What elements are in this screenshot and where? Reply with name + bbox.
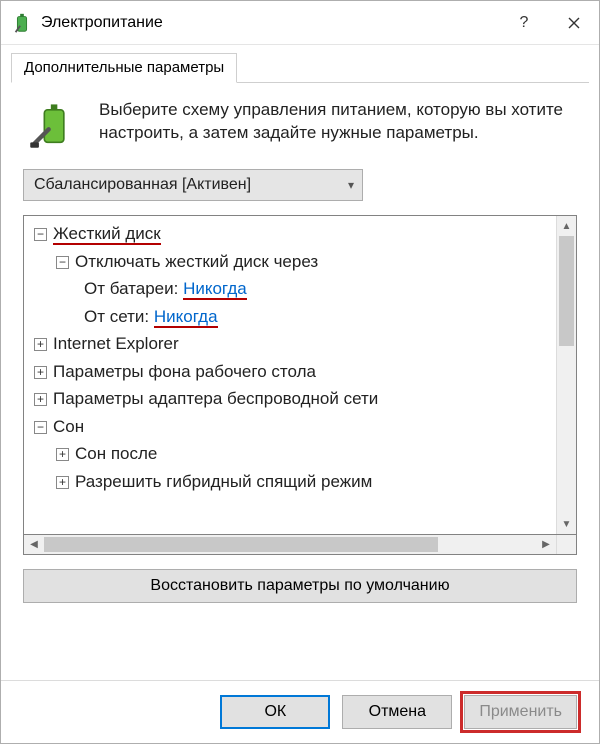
tree-node-ie[interactable]: +Internet Explorer [30, 330, 556, 358]
tree-viewport: −Жесткий диск −Отключать жесткий диск че… [24, 216, 556, 534]
hscroll-thumb[interactable] [44, 537, 438, 552]
tree-node-sleep-after[interactable]: +Сон после [30, 440, 556, 468]
intro-block: Выберите схему управления питанием, кото… [23, 99, 577, 151]
titlebar: Электропитание ? [1, 1, 599, 45]
settings-tree: −Жесткий диск −Отключать жесткий диск че… [23, 215, 577, 535]
scroll-thumb[interactable] [559, 236, 574, 346]
intro-text: Выберите схему управления питанием, кото… [99, 99, 577, 151]
scroll-right-icon[interactable]: ▶ [536, 535, 556, 554]
expand-icon[interactable]: + [34, 338, 47, 351]
apply-button[interactable]: Применить [464, 695, 577, 729]
tree-node-wireless[interactable]: +Параметры адаптера беспроводной сети [30, 385, 556, 413]
tree-node-hybrid-sleep[interactable]: +Разрешить гибридный спящий режим [30, 468, 556, 496]
expand-icon[interactable]: + [56, 476, 69, 489]
collapse-icon[interactable]: − [34, 228, 47, 241]
expand-icon[interactable]: + [34, 393, 47, 406]
scroll-corner [556, 535, 576, 554]
cancel-button[interactable]: Отмена [342, 695, 452, 729]
power-icon [11, 12, 33, 34]
tree-node-sleep[interactable]: −Сон [30, 413, 556, 441]
horizontal-scrollbar[interactable]: ◀ ▶ [23, 535, 577, 555]
close-button[interactable] [549, 1, 599, 45]
scroll-left-icon[interactable]: ◀ [24, 535, 44, 554]
tree-node-hard-disk[interactable]: −Жесткий диск [30, 220, 556, 248]
scroll-track[interactable] [557, 236, 576, 514]
dialog-button-row: ОК Отмена Применить [1, 680, 599, 743]
collapse-icon[interactable]: − [56, 256, 69, 269]
window-title: Электропитание [41, 14, 499, 32]
tab-advanced-settings[interactable]: Дополнительные параметры [11, 53, 237, 83]
restore-defaults-button[interactable]: Восстановить параметры по умолчанию [23, 569, 577, 603]
ok-button[interactable]: ОК [220, 695, 330, 729]
tree-leaf-plugged-in[interactable]: От сети: Никогда [30, 303, 556, 331]
vertical-scrollbar[interactable]: ▲ ▼ [556, 216, 576, 534]
on-battery-value[interactable]: Никогда [183, 279, 247, 300]
tree-node-turn-off-hdd[interactable]: −Отключать жесткий диск через [30, 248, 556, 276]
power-plan-dropdown[interactable]: Сбалансированная [Активен] ▾ [23, 169, 363, 201]
scroll-up-icon[interactable]: ▲ [557, 216, 576, 236]
hscroll-track[interactable] [44, 535, 536, 554]
expand-icon[interactable]: + [34, 366, 47, 379]
content-area: Выберите схему управления питанием, кото… [1, 83, 599, 680]
tab-strip: Дополнительные параметры [1, 45, 599, 83]
collapse-icon[interactable]: − [34, 421, 47, 434]
plugged-in-value[interactable]: Никогда [154, 307, 218, 328]
tree-node-desktop-bg[interactable]: +Параметры фона рабочего стола [30, 358, 556, 386]
help-button[interactable]: ? [499, 1, 549, 45]
power-plan-icon [23, 99, 83, 151]
chevron-down-icon: ▾ [348, 178, 354, 192]
expand-icon[interactable]: + [56, 448, 69, 461]
scroll-down-icon[interactable]: ▼ [557, 514, 576, 534]
tree-leaf-on-battery[interactable]: От батареи: Никогда [30, 275, 556, 303]
power-plan-selected: Сбалансированная [Активен] [34, 176, 251, 194]
power-options-dialog: Электропитание ? Дополнительные параметр… [0, 0, 600, 744]
